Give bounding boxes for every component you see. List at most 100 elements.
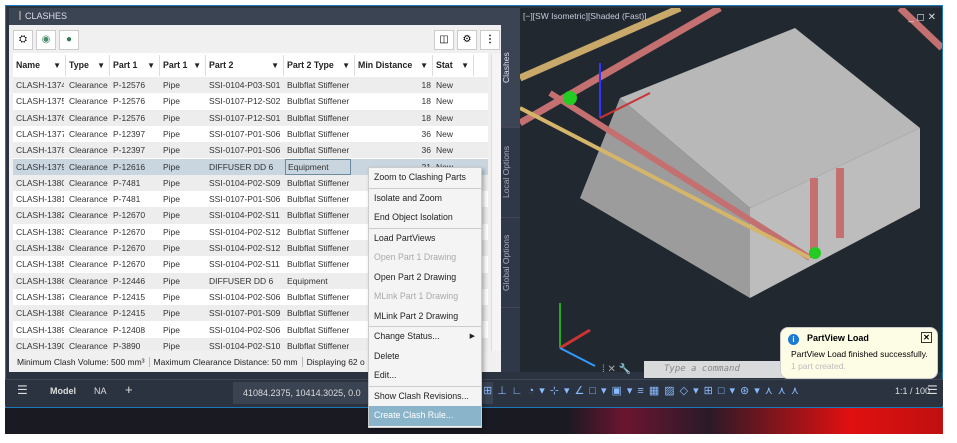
filter-icon[interactable]: ▼ (342, 55, 350, 76)
clash-run-icon[interactable]: ⛭ (13, 30, 33, 50)
filter-icon[interactable]: ▼ (147, 55, 155, 76)
cell-part1: P-12415 (113, 308, 146, 319)
menu-item-open-part-2-drawing[interactable]: Open Part 2 Drawing (369, 268, 481, 288)
cell-part1-type: Pipe (163, 80, 181, 90)
tab-global-options[interactable]: Global Options (501, 218, 520, 308)
3d-viewport[interactable]: [−][SW Isometric][Shaded (Fast)] _ ◻ ✕ (520, 8, 942, 372)
header-col-part2[interactable]: Part 2 ▼ (206, 55, 284, 76)
cell-name: CLASH-1375 (16, 96, 64, 107)
more-vert-icon[interactable]: ⋮ (480, 30, 500, 50)
table-row[interactable]: CLASH-1378 Clearance P-12397 Pipe SSI-0107-P… (13, 142, 488, 159)
header-col-type[interactable]: Type ▼ (66, 55, 110, 76)
filter-icon[interactable]: ▼ (53, 55, 61, 76)
filter-icon[interactable]: ▼ (97, 55, 105, 76)
cell-name: CLASH-1379 (16, 161, 64, 172)
add-layout-button[interactable]: + (125, 382, 133, 397)
menu-item-label: Open Part 2 Drawing (374, 271, 457, 282)
cell-status: New (436, 96, 454, 107)
menu-item-load-partviews[interactable]: Load PartViews (369, 229, 481, 249)
cell-name: CLASH-1385 (16, 259, 64, 270)
cell-part1: P-12670 (113, 226, 146, 237)
table-row[interactable]: CLASH-1374 Clearance P-12576 Pipe SSI-0104-P… (13, 77, 488, 94)
customize-menu-icon[interactable]: ☰ (927, 383, 938, 397)
globe-icon[interactable]: ● (59, 30, 79, 50)
cell-type: Clearance (69, 243, 108, 253)
cell-part2-type: Bulbflat Stiffener (287, 112, 350, 123)
close-icon[interactable]: ✕ (921, 332, 932, 343)
location-pin-icon[interactable]: ◉ (36, 30, 56, 50)
table-row[interactable]: CLASH-1377 Clearance P-12397 Pipe SSI-0107-P… (13, 126, 488, 142)
header-col-min-distance[interactable]: Min Distance ▼ (355, 55, 433, 76)
menu-item-label: Zoom to Clashing Parts (374, 172, 466, 182)
viewport-window-controls[interactable]: _ ◻ ✕ (908, 12, 936, 23)
header-col-name[interactable]: Name ▼ (13, 55, 66, 76)
drafting-tool-icons[interactable]: ⊞⊥∟◔▾⊹▾∠□▾▣▾≡▦▨◇▾⊞□▾⊛▾⋏⋏⋏ (483, 384, 893, 402)
cell-part2-type: Bulbflat Stiffener (287, 177, 350, 188)
filter-icon[interactable]: ▼ (461, 55, 469, 76)
cell-part1: P-12576 (113, 96, 146, 107)
header-label: Name (16, 60, 40, 70)
cell-min-distance: 18 (421, 112, 431, 123)
cell-status: New (436, 80, 454, 90)
header-label: Stat (436, 60, 453, 70)
menu-item-delete[interactable]: Delete (369, 347, 481, 367)
model-scene (520, 8, 942, 367)
header-col-part1-type[interactable]: Part 1 ▼ (160, 55, 206, 76)
menu-item-label: End Object Isolation (374, 212, 453, 222)
filter-icon[interactable]: ▼ (271, 55, 279, 76)
table-scrollbar[interactable] (491, 54, 501, 351)
cell-type: Clearance (69, 291, 108, 302)
cell-part2-type: Bulbflat Stiffener (287, 80, 350, 90)
cell-min-distance: 36 (421, 128, 431, 139)
menu-item-isolate-and-zoom[interactable]: Isolate and Zoom (369, 189, 481, 209)
cell-part1-type: Pipe (163, 308, 181, 319)
annotation-scale[interactable]: 1:1 / 100 (895, 386, 930, 396)
menu-item-end-object-isolation[interactable]: End Object Isolation (369, 208, 481, 228)
table-row[interactable]: CLASH-1376 Clearance P-12576 Pipe SSI-0107-P… (13, 109, 488, 126)
columns-icon[interactable]: ◫ (434, 30, 454, 50)
cell-status: New (436, 128, 454, 139)
header-col-part2-type[interactable]: Part 2 Type ▼ (284, 55, 355, 76)
menu-item-show-clash-revisions[interactable]: Show Clash Revisions... (369, 387, 481, 407)
menu-item-zoom-to-clashing-parts[interactable]: Zoom to Clashing Parts (369, 168, 481, 188)
header-col-part1[interactable]: Part 1 ▼ (110, 55, 160, 76)
cell-part1: P-12576 (113, 112, 146, 123)
cell-name: CLASH-1389 (16, 324, 64, 335)
menu-item-open-part-1-drawing[interactable]: Open Part 1 Drawing (369, 248, 481, 268)
tab-model[interactable]: Model (50, 386, 76, 396)
tab-layout[interactable]: NA (94, 386, 107, 396)
toast-title: PartView Load (807, 333, 869, 343)
menu-item-mlink-part-2-drawing[interactable]: MLink Part 2 Drawing (369, 307, 481, 327)
menu-item-label: MLink Part 1 Drawing (374, 291, 459, 301)
cell-part2: SSI-0104-P02-S12 (209, 243, 281, 253)
command-line-controls[interactable]: ⁞ ✕ 🔧 (602, 364, 631, 375)
cell-part1: P-12415 (113, 291, 146, 302)
menu-item-change-status[interactable]: Change Status... ▶ (369, 327, 481, 347)
cell-type: Clearance (69, 80, 108, 90)
cell-part1: P-12397 (113, 145, 146, 156)
table-row[interactable]: CLASH-1375 Clearance P-12576 Pipe SSI-0107-P… (13, 93, 488, 109)
menu-item-edit[interactable]: Edit... (369, 366, 481, 386)
cell-name: CLASH-1386 (16, 275, 64, 286)
cell-part2-type: Bulbflat Stiffener (287, 96, 350, 107)
cell-name: CLASH-1376 (16, 112, 64, 123)
cell-part2-type: Bulbflat Stiffener (287, 259, 350, 270)
cell-part2: SSI-0107-P01-S06 (209, 145, 281, 156)
filter-icon[interactable]: ▼ (420, 55, 428, 76)
menu-item-label: Show Clash Revisions... (374, 390, 469, 401)
viewport-label[interactable]: [−][SW Isometric][Shaded (Fast)] (523, 11, 647, 21)
tab-clashes[interactable]: Clashes (501, 8, 520, 128)
hamburger-icon[interactable]: ☰ (17, 383, 28, 397)
cell-part1-type: Pipe (163, 324, 181, 335)
cell-type: Clearance (69, 112, 108, 123)
gear-icon[interactable]: ⚙ (457, 30, 477, 50)
header-col-status[interactable]: Stat ▼ (433, 55, 474, 76)
cell-type: Clearance (69, 259, 108, 270)
filter-icon[interactable]: ▼ (193, 55, 201, 76)
menu-item-create-clash-rule[interactable]: Create Clash Rule... (369, 406, 481, 426)
tab-local-options[interactable]: Local Options (501, 128, 520, 218)
cell-part1-type: Pipe (163, 112, 181, 123)
cell-part1-type: Pipe (163, 96, 181, 107)
menu-item-mlink-part-1-drawing[interactable]: MLink Part 1 Drawing (369, 287, 481, 307)
cell-name: CLASH-1384 (16, 243, 64, 253)
